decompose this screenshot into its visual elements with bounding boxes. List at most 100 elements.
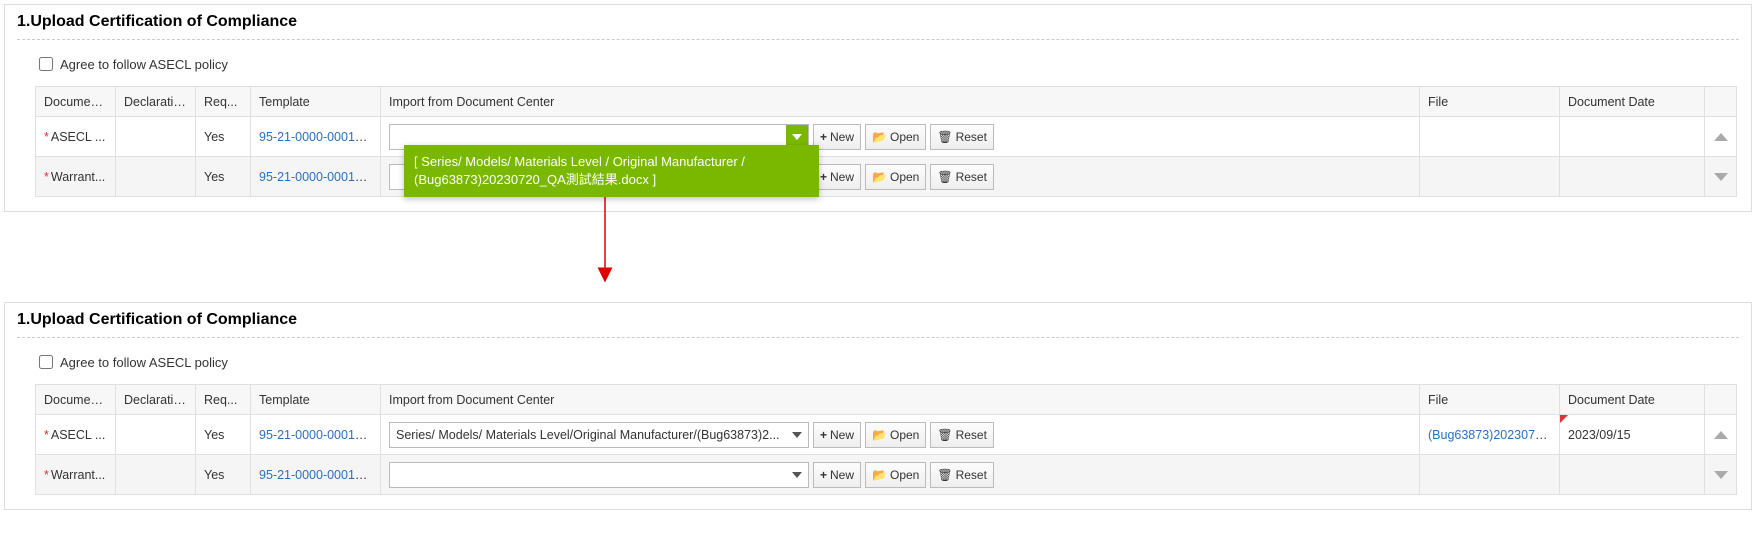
col-required[interactable]: Req...	[196, 87, 251, 117]
col-file[interactable]: File	[1420, 385, 1560, 415]
doc-text: Warrant...	[51, 468, 105, 482]
col-document[interactable]: Document...	[36, 385, 116, 415]
file-cell	[1420, 455, 1560, 495]
new-label: New	[830, 170, 854, 184]
open-button[interactable]: 📂Open	[865, 124, 926, 150]
section-title: 1.Upload Certification of Compliance	[17, 13, 1739, 31]
divider	[17, 39, 1739, 40]
new-button[interactable]: +New	[813, 124, 861, 150]
plus-icon: +	[820, 468, 827, 482]
open-label: Open	[890, 130, 919, 144]
chevron-up-icon	[1714, 431, 1728, 439]
col-document[interactable]: Document...	[36, 87, 116, 117]
agree-checkbox[interactable]	[39, 355, 53, 369]
date-cell	[1560, 455, 1705, 495]
col-expand	[1705, 385, 1737, 415]
chevron-down-icon	[792, 134, 802, 140]
table-row: *ASECL ... Yes 95-21-0000-0001_1... Seri…	[36, 415, 1737, 455]
trash-icon: 🗑	[937, 428, 952, 442]
open-label: Open	[890, 428, 919, 442]
upload-panel-before: 1.Upload Certification of Compliance Agr…	[4, 4, 1752, 212]
template-link[interactable]: 95-21-0000-0001_1...	[259, 468, 379, 482]
agree-row: Agree to follow ASECL policy	[35, 54, 1739, 74]
file-link[interactable]: (Bug63873)2023072...	[1428, 428, 1552, 442]
agree-checkbox[interactable]	[39, 57, 53, 71]
template-cell: 95-21-0000-0001_1...	[251, 455, 381, 495]
table-row: *Warrant... Yes 95-21-0000-0001_1... +Ne…	[36, 157, 1737, 197]
upload-table-before: Document... Declaratio... Req... Templat…	[35, 86, 1737, 197]
combo-dropdown-option[interactable]: [ Series/ Models/ Materials Level / Orig…	[404, 145, 819, 197]
table-header-row: Document... Declaratio... Req... Templat…	[36, 385, 1737, 415]
upload-panel-after: 1.Upload Certification of Compliance Agr…	[4, 302, 1752, 510]
col-template[interactable]: Template	[251, 87, 381, 117]
expand-cell[interactable]	[1705, 157, 1737, 197]
chevron-up-icon	[1714, 133, 1728, 141]
expand-cell[interactable]	[1705, 415, 1737, 455]
required-asterisk: *	[44, 170, 49, 184]
trash-icon: 🗑	[937, 130, 952, 144]
import-combo[interactable]	[389, 462, 809, 488]
template-cell: 95-21-0000-0001_1...	[251, 117, 381, 157]
expand-cell[interactable]	[1705, 455, 1737, 495]
decl-cell	[116, 415, 196, 455]
agree-row: Agree to follow ASECL policy	[35, 352, 1739, 372]
col-declaration[interactable]: Declaratio...	[116, 385, 196, 415]
plus-icon: +	[820, 170, 827, 184]
reset-label: Reset	[956, 130, 987, 144]
date-cell[interactable]: 2023/09/15	[1560, 415, 1705, 455]
trash-icon: 🗑	[937, 468, 952, 482]
combo-input[interactable]: Series/ Models/ Materials Level/Original…	[390, 423, 786, 447]
folder-open-icon: 📂	[872, 468, 887, 482]
reset-button[interactable]: 🗑 Reset	[930, 124, 994, 150]
doc-text: ASECL ...	[51, 130, 105, 144]
reset-label: Reset	[956, 170, 987, 184]
template-link[interactable]: 95-21-0000-0001_1...	[259, 130, 379, 144]
required-asterisk: *	[44, 428, 49, 442]
doc-text: Warrant...	[51, 170, 105, 184]
col-declaration[interactable]: Declaratio...	[116, 87, 196, 117]
new-button[interactable]: +New	[813, 462, 861, 488]
col-document-date[interactable]: Document Date	[1560, 87, 1705, 117]
reset-button[interactable]: 🗑Reset	[930, 422, 994, 448]
expand-cell[interactable]	[1705, 117, 1737, 157]
agree-label: Agree to follow ASECL policy	[60, 57, 228, 72]
decl-cell	[116, 455, 196, 495]
agree-label: Agree to follow ASECL policy	[60, 355, 228, 370]
reset-button[interactable]: 🗑 Reset	[930, 164, 994, 190]
reset-button[interactable]: 🗑Reset	[930, 462, 994, 488]
chevron-down-icon	[792, 432, 802, 438]
req-cell: Yes	[196, 415, 251, 455]
doc-cell: *ASECL ...	[36, 117, 116, 157]
decl-cell	[116, 117, 196, 157]
open-button[interactable]: 📂Open	[865, 422, 926, 448]
doc-cell: *Warrant...	[36, 455, 116, 495]
col-document-date[interactable]: Document Date	[1560, 385, 1705, 415]
date-cell	[1560, 157, 1705, 197]
combo-dropdown-button[interactable]	[786, 423, 808, 447]
col-template[interactable]: Template	[251, 385, 381, 415]
col-import[interactable]: Import from Document Center	[381, 385, 1420, 415]
plus-icon: +	[820, 428, 827, 442]
req-cell: Yes	[196, 157, 251, 197]
required-asterisk: *	[44, 468, 49, 482]
section-title: 1.Upload Certification of Compliance	[17, 311, 1739, 329]
import-combo[interactable]: Series/ Models/ Materials Level/Original…	[389, 422, 809, 448]
decl-cell	[116, 157, 196, 197]
table-row: *ASECL ... Yes 95-21-0000-0001_1... +New…	[36, 117, 1737, 157]
trash-icon: 🗑	[937, 170, 952, 184]
new-button[interactable]: +New	[813, 422, 861, 448]
template-link[interactable]: 95-21-0000-0001_1...	[259, 170, 379, 184]
col-file[interactable]: File	[1420, 87, 1560, 117]
combo-dropdown-button[interactable]	[786, 463, 808, 487]
doc-cell: *ASECL ...	[36, 415, 116, 455]
open-button[interactable]: 📂Open	[865, 462, 926, 488]
plus-icon: +	[820, 130, 827, 144]
new-button[interactable]: +New	[813, 164, 861, 190]
open-button[interactable]: 📂Open	[865, 164, 926, 190]
col-import[interactable]: Import from Document Center	[381, 87, 1420, 117]
chevron-down-icon	[1714, 471, 1728, 479]
template-link[interactable]: 95-21-0000-0001_1...	[259, 428, 379, 442]
upload-table-after: Document... Declaratio... Req... Templat…	[35, 384, 1737, 495]
req-cell: Yes	[196, 455, 251, 495]
col-required[interactable]: Req...	[196, 385, 251, 415]
